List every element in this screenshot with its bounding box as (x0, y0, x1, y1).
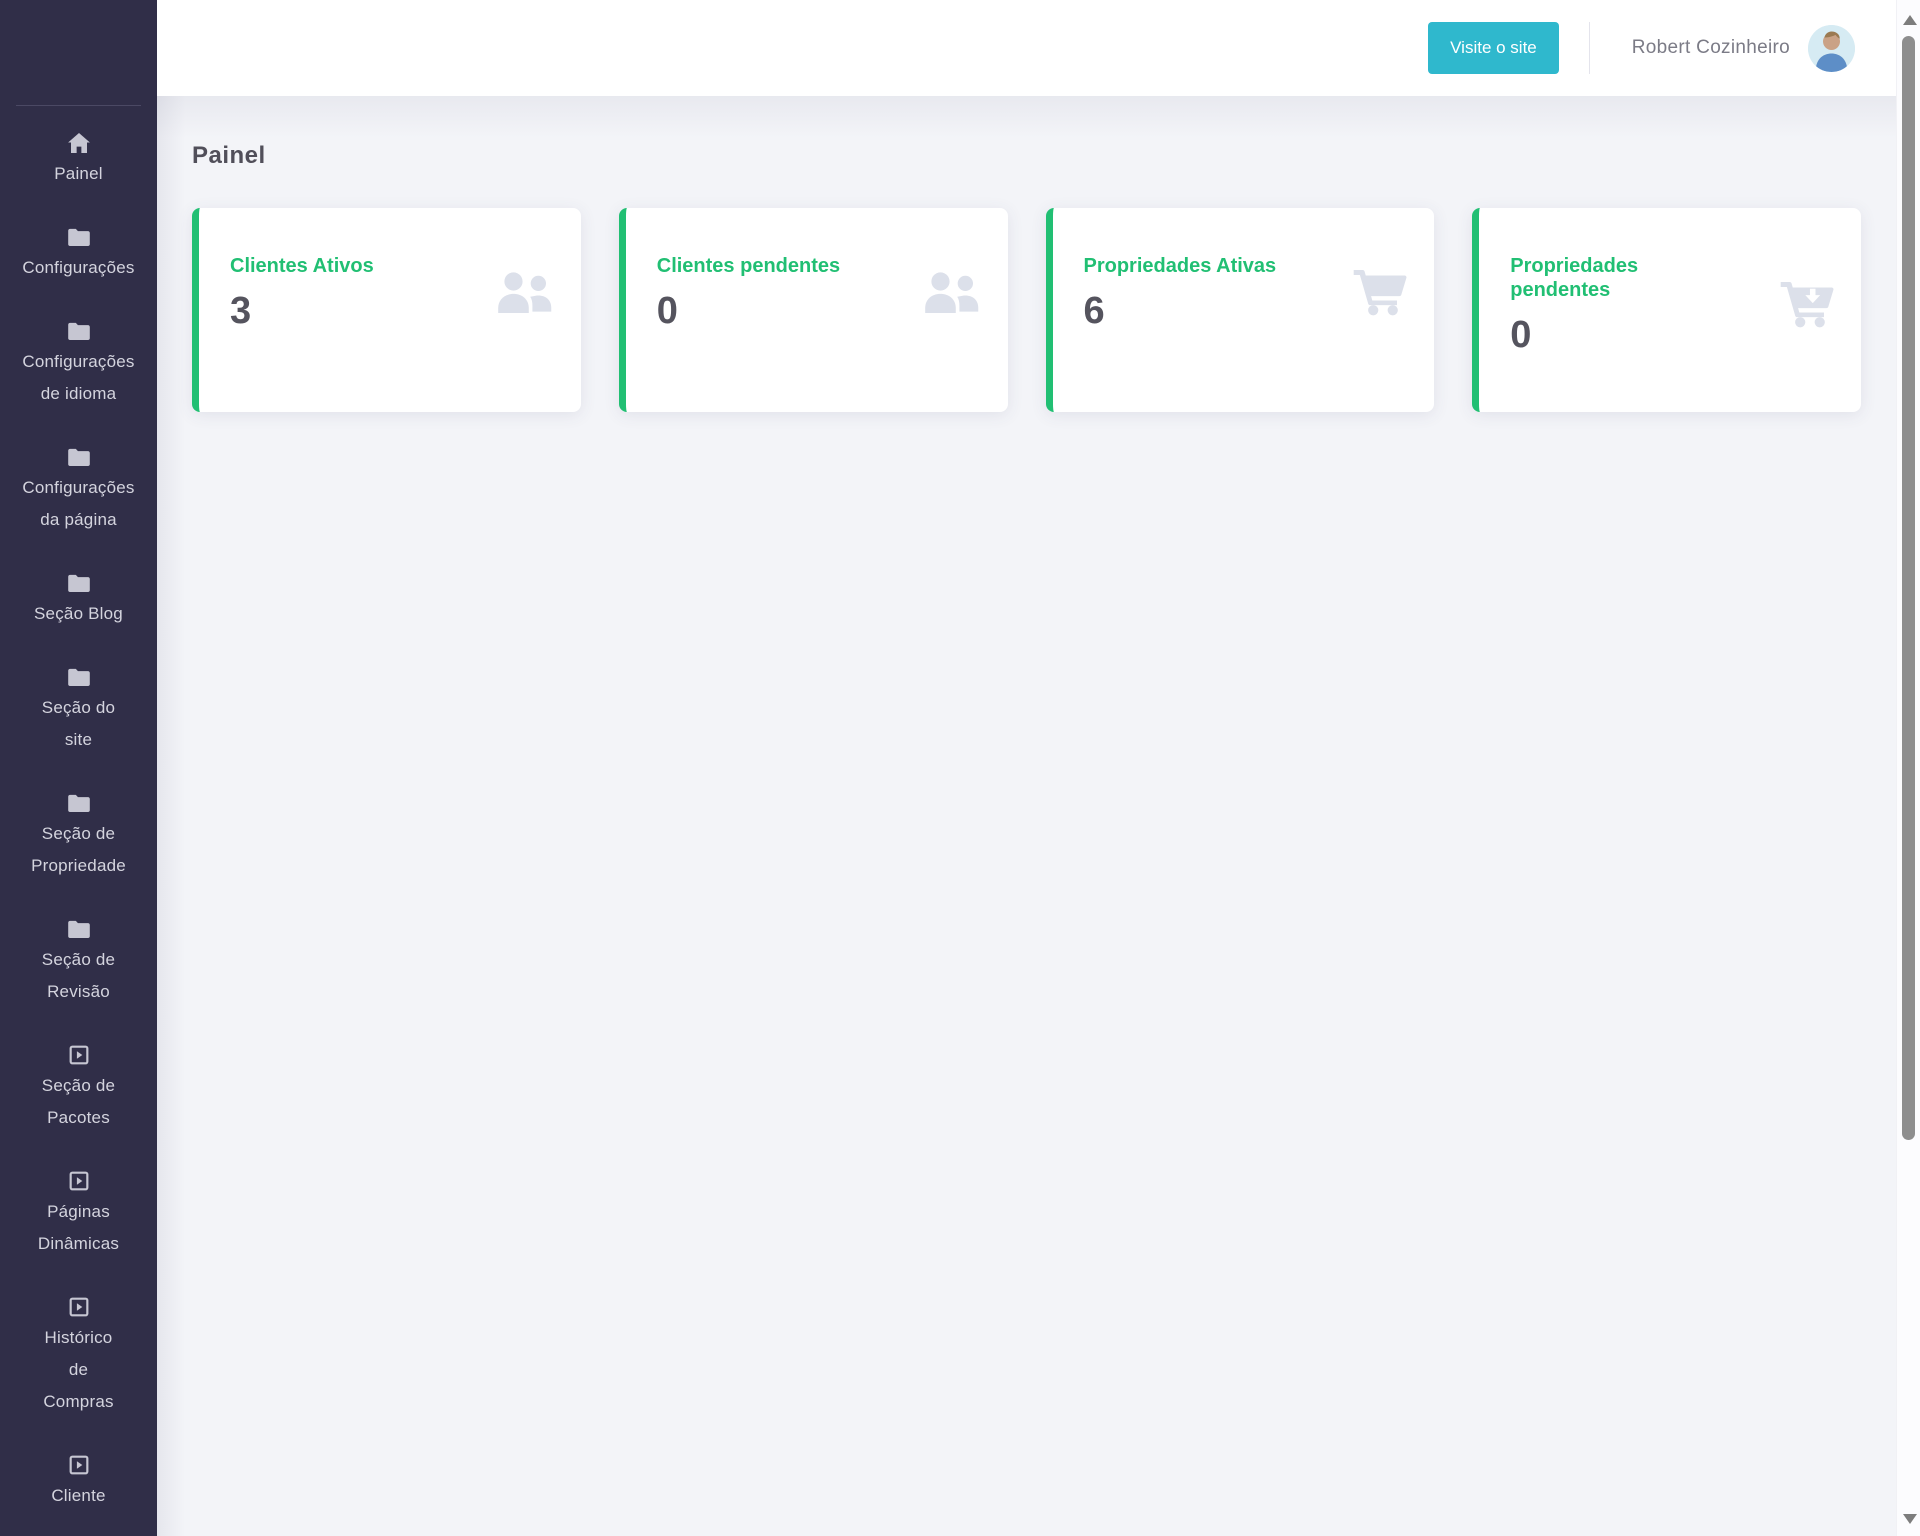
sidebar-item-configuracoes-da-pagina[interactable]: Configurações da página (33, 446, 125, 536)
sidebar-item-secao-blog[interactable]: Seção Blog (33, 572, 125, 630)
sidebar-item-label: Seção Blog (34, 598, 123, 630)
vertical-scrollbar[interactable] (1896, 0, 1920, 1536)
caret-square-right-icon (69, 1044, 89, 1066)
users-icon (493, 270, 555, 314)
sidebar-item-label: Painel (54, 158, 102, 190)
sidebar-item-label: Configurações (22, 252, 134, 284)
content-area: Painel Clientes Ativos 3 (157, 96, 1920, 1536)
folder-icon (68, 446, 90, 468)
card-value: 0 (657, 292, 920, 330)
user-name[interactable]: Robert Cozinheiro (1632, 37, 1790, 59)
caret-square-right-icon (69, 1296, 89, 1318)
stat-cards: Clientes Ativos 3 (192, 208, 1861, 412)
card-title: Clientes Ativos (230, 254, 440, 278)
sidebar-item-paginas-dinamicas[interactable]: Páginas Dinâmicas (33, 1170, 125, 1260)
sidebar-item-secao-de-revisao[interactable]: Seção de Revisão (33, 918, 125, 1008)
caret-square-right-icon (69, 1170, 89, 1192)
sidebar: Painel Configurações Configurações de id… (0, 0, 157, 1536)
top-header: Visite o site Robert Cozinheiro (157, 0, 1920, 96)
card-propriedades-pendentes: Propriedades pendentes 0 (1472, 208, 1861, 412)
card-value: 3 (230, 292, 493, 330)
folder-icon (68, 666, 90, 688)
folder-icon (68, 792, 90, 814)
sidebar-nav: Painel Configurações Configurações de id… (0, 106, 157, 1536)
folder-icon (68, 572, 90, 594)
folder-icon (68, 226, 90, 248)
sidebar-item-label: Seção de Revisão (33, 944, 125, 1008)
cart-icon (1352, 267, 1408, 317)
card-title: Propriedades Ativas (1084, 254, 1294, 278)
sidebar-item-label: Seção do site (33, 692, 125, 756)
sidebar-item-label: Cliente (51, 1480, 105, 1512)
card-propriedades-ativas: Propriedades Ativas 6 (1046, 208, 1435, 412)
sidebar-item-cliente[interactable]: Cliente (33, 1454, 125, 1512)
sidebar-item-configuracoes[interactable]: Configurações (33, 226, 125, 284)
page-title: Painel (192, 142, 1861, 170)
card-value: 6 (1084, 292, 1353, 330)
sidebar-item-secao-de-pacotes[interactable]: Seção de Pacotes (33, 1044, 125, 1134)
sidebar-item-label: Histórico de Compras (33, 1322, 125, 1418)
home-icon (68, 132, 90, 154)
cart-arrow-down-icon (1779, 279, 1835, 329)
scrollbar-down-arrow-icon[interactable] (1903, 1514, 1917, 1524)
sidebar-item-label: Seção de Propriedade (31, 818, 126, 882)
visit-site-button[interactable]: Visite o site (1428, 22, 1559, 74)
card-clientes-ativos: Clientes Ativos 3 (192, 208, 581, 412)
scrollbar-thumb[interactable] (1902, 36, 1915, 1140)
sidebar-item-historico-de-compras[interactable]: Histórico de Compras (33, 1296, 125, 1418)
folder-icon (68, 918, 90, 940)
sidebar-logo-space (0, 0, 157, 105)
main-column: Visite o site Robert Cozinheiro Painel (157, 0, 1920, 1536)
card-title: Clientes pendentes (657, 254, 867, 278)
caret-square-right-icon (69, 1454, 89, 1476)
scrollbar-up-arrow-icon[interactable] (1903, 15, 1917, 25)
sidebar-item-label: Configurações de idioma (22, 346, 134, 410)
header-divider (1589, 22, 1590, 74)
card-clientes-pendentes: Clientes pendentes 0 (619, 208, 1008, 412)
sidebar-item-label: Seção de Pacotes (33, 1070, 125, 1134)
card-title: Propriedades pendentes (1510, 254, 1720, 302)
admin-dashboard: Painel Configurações Configurações de id… (0, 0, 1920, 1536)
folder-icon (68, 320, 90, 342)
sidebar-item-configuracoes-de-idioma[interactable]: Configurações de idioma (33, 320, 125, 410)
sidebar-item-label: Páginas Dinâmicas (33, 1196, 125, 1260)
sidebar-item-label: Configurações da página (22, 472, 134, 536)
sidebar-item-secao-de-propriedade[interactable]: Seção de Propriedade (33, 792, 125, 882)
user-avatar[interactable] (1808, 25, 1855, 72)
sidebar-item-painel[interactable]: Painel (33, 132, 125, 190)
card-value: 0 (1510, 316, 1779, 354)
sidebar-item-secao-do-site[interactable]: Seção do site (33, 666, 125, 756)
users-icon (920, 270, 982, 314)
